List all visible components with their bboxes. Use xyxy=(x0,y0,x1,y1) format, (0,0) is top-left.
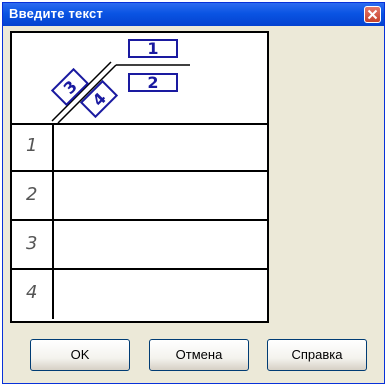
row-number-cell: 1 xyxy=(12,123,54,170)
diagram-label-1: 1 xyxy=(128,39,178,58)
row-number-cell: 2 xyxy=(12,172,54,219)
row-number: 3 xyxy=(26,233,38,254)
dialog-window: Введите текст 1 2 3 4 1 2 3 4 OK Отмена … xyxy=(2,2,385,384)
close-icon xyxy=(367,9,378,20)
ok-button[interactable]: OK xyxy=(30,339,130,371)
row-number: 1 xyxy=(26,135,38,156)
row-number-cell: 3 xyxy=(12,221,54,268)
row-number: 4 xyxy=(26,282,38,303)
row-text-field[interactable] xyxy=(54,221,267,268)
close-button[interactable] xyxy=(364,6,381,23)
row-text-field[interactable] xyxy=(54,123,267,170)
row-text-field[interactable] xyxy=(54,270,267,319)
row-number-cell: 4 xyxy=(12,270,54,319)
svg-text:1: 1 xyxy=(147,39,158,58)
text-row: 1 xyxy=(12,123,267,172)
text-position-diagram: 1 2 3 4 xyxy=(50,39,190,124)
dialog-title: Введите текст xyxy=(9,6,104,21)
diagram-cell: 1 2 3 4 xyxy=(12,33,267,125)
text-row: 2 xyxy=(12,172,267,221)
row-number: 2 xyxy=(26,184,38,205)
diagram-label-2: 2 xyxy=(128,73,178,92)
row-text-field[interactable] xyxy=(54,172,267,219)
svg-text:2: 2 xyxy=(147,73,158,92)
text-row: 4 xyxy=(12,270,267,319)
cancel-button[interactable]: Отмена xyxy=(149,339,249,371)
text-row: 3 xyxy=(12,221,267,270)
title-bar[interactable]: Введите текст xyxy=(3,3,384,26)
help-button[interactable]: Справка xyxy=(267,339,367,371)
text-entry-table: 1 2 3 4 1 2 3 4 xyxy=(10,31,269,323)
